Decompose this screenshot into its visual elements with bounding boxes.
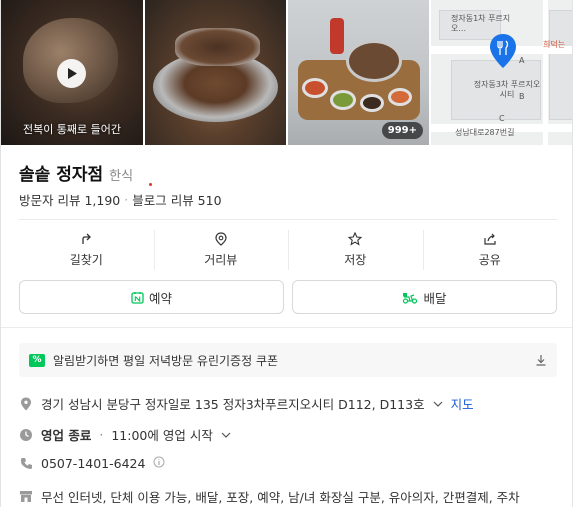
hours-row[interactable]: 영업 종료 · 11:00에 영업 시작 [19, 425, 231, 444]
map-label-block-b: B [519, 92, 525, 101]
share-label: 공유 [478, 253, 501, 267]
address-row: 경기 성남시 분당구 정자일로 135 정자3차푸르지오시티 D112, D11… [19, 394, 474, 413]
share-button[interactable]: 공유 [422, 228, 558, 272]
phone-icon [19, 457, 33, 471]
directions-label: 길찾기 [69, 253, 103, 267]
blog-reviews-link[interactable]: 블로그 리뷰 510 [132, 190, 221, 209]
directions-button[interactable]: 길찾기 [19, 228, 154, 272]
street-view-button[interactable]: 거리뷰 [153, 228, 289, 272]
map-building [549, 10, 572, 120]
calendar-icon [131, 291, 144, 304]
amenities-row: 무선 인터넷, 단체 이용 가능, 배달, 포장, 예약, 남/녀 화장실 구분… [19, 487, 520, 506]
photo-count-badge[interactable]: 999+ [381, 122, 423, 139]
star-icon [348, 232, 363, 246]
share-icon [483, 232, 497, 246]
coupon-text: 알림받기하면 평일 저녁방문 유린기증정 쿠폰 [53, 353, 279, 368]
photo-strip: 전복이 통째로 들어간 999+ 정자동1차 푸르지오... 정자동3차 푸르지… [1, 0, 572, 145]
map-pin-icon [488, 33, 518, 73]
map-label-corner: 희덕는 [543, 40, 566, 49]
map-thumbnail[interactable]: 정자동1차 푸르지오... 정자동3차 푸르지오시티 성남대로287번길 희덕는… [431, 0, 572, 145]
side-dish [360, 94, 384, 112]
side-dish [330, 90, 356, 110]
directions-icon [79, 232, 93, 246]
map-label-top: 정자동1차 푸르지오... [451, 14, 511, 33]
video-caption: 전복이 통째로 들어간 [22, 123, 122, 136]
reserve-label: 예약 [148, 290, 172, 306]
hours-status: 영업 종료 [41, 428, 92, 443]
sauce-bottle [330, 18, 344, 54]
video-thumbnail[interactable]: 전복이 통째로 들어간 [1, 0, 143, 145]
address-text: 경기 성남시 분당구 정자일로 135 정자3차푸르지오시티 D112, D11… [41, 397, 425, 412]
place-title-row: 솔솥 정자점 한식 [19, 160, 133, 185]
map-link[interactable]: 지도 [451, 394, 474, 413]
street-view-label: 거리뷰 [204, 253, 238, 267]
save-button[interactable]: 저장 [288, 228, 423, 272]
booking-buttons: 예약 배달 [19, 280, 557, 314]
place-category: 한식 [109, 169, 134, 184]
coupon-icon: % [29, 353, 45, 367]
delivery-button[interactable]: 배달 [292, 280, 557, 314]
place-name: 솔솥 정자점 [19, 165, 104, 185]
save-label: 저장 [344, 253, 367, 267]
separator-dot: · [99, 427, 104, 442]
chevron-down-icon[interactable] [221, 427, 231, 442]
phone-row: 0507-1401-6424 [19, 456, 165, 471]
side-dish [388, 88, 412, 106]
coupon-banner[interactable]: % 알림받기하면 평일 저녁방문 유린기증정 쿠폰 [19, 343, 557, 377]
side-dish [302, 78, 328, 98]
amenities-text: 무선 인터넷, 단체 이용 가능, 배달, 포장, 예약, 남/녀 화장실 구분… [41, 490, 520, 505]
visitor-reviews-link[interactable]: 방문자 리뷰 1,190 [19, 190, 120, 209]
food-photo-2[interactable]: 999+ [288, 0, 429, 145]
clock-icon [19, 428, 33, 442]
reserve-button[interactable]: 예약 [19, 280, 284, 314]
phone-number[interactable]: 0507-1401-6424 [41, 456, 145, 471]
map-label-pin: 정자동3차 푸르지오시티 [473, 80, 541, 99]
food-photo-1[interactable] [145, 0, 286, 145]
new-dot-icon [149, 183, 152, 186]
place-panel: 전복이 통째로 들어간 999+ 정자동1차 푸르지오... 정자동3차 푸르지… [0, 0, 573, 507]
pot-bowl [346, 40, 402, 82]
action-bar: 길찾기 거리뷰 저장 공유 [19, 228, 557, 272]
chevron-down-icon[interactable] [433, 396, 443, 411]
delivery-label: 배달 [423, 290, 447, 306]
location-pin-icon [19, 397, 33, 411]
review-summary: 방문자 리뷰 1,190 · 블로그 리뷰 510 [19, 190, 222, 209]
street-view-pin-icon [214, 232, 228, 246]
spoon-image [175, 28, 260, 66]
scooter-icon [403, 292, 418, 304]
play-icon[interactable] [57, 59, 86, 88]
map-label-block-c: C [499, 114, 505, 123]
info-circle-icon[interactable] [153, 456, 165, 471]
map-label-block-a: A [519, 56, 525, 65]
store-icon [19, 490, 33, 504]
hours-detail: 11:00에 영업 시작 [111, 428, 213, 443]
divider [19, 219, 557, 220]
separator-dot: · [124, 192, 129, 207]
map-label-street: 성남대로287번길 [455, 128, 515, 137]
download-icon[interactable] [535, 351, 547, 370]
section-divider [1, 327, 572, 328]
